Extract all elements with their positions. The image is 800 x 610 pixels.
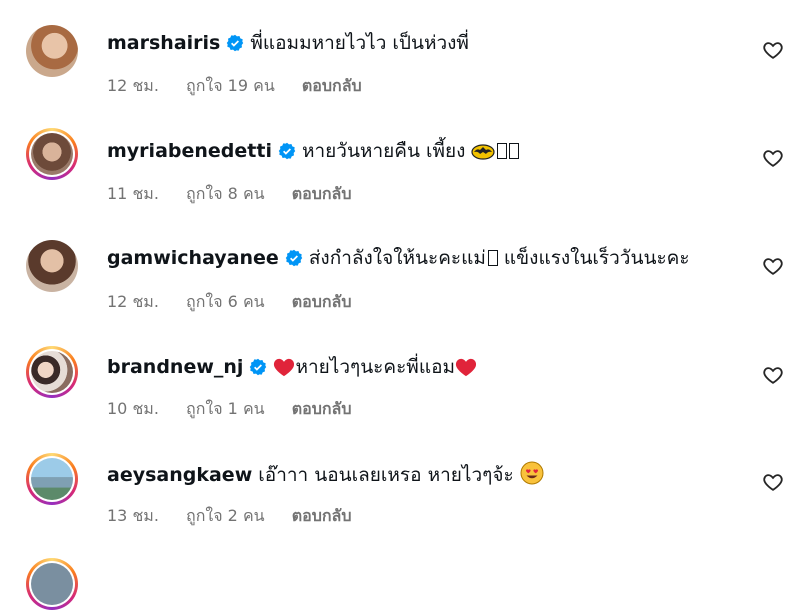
- verified-badge-icon: [250, 358, 267, 376]
- comment-username[interactable]: aeysangkaew: [107, 464, 252, 486]
- comment-text: หายไวๆนะคะพี่แอม: [295, 356, 456, 378]
- comment-text: หายวันหายคืน เพี้ยง: [301, 140, 466, 162]
- reply-button[interactable]: ตอบกลับ: [302, 76, 362, 95]
- heart-icon[interactable]: [762, 364, 784, 386]
- comment-item: gamwichayanee ส่งกำลังใจให้นะคะแม่ แข็งแร…: [0, 240, 800, 330]
- comment-time[interactable]: 11 ชม.: [107, 184, 159, 203]
- red-heart-emoji-icon: [274, 358, 295, 377]
- comment-time[interactable]: 12 ชม.: [107, 76, 159, 95]
- heart-eyes-emoji-icon: [520, 461, 544, 485]
- comment-likes[interactable]: ถูกใจ 19 คน: [186, 76, 275, 95]
- comment-item: marshairis พี่แอมมหายไวไว เป็นห่วงพี่ 12 …: [0, 22, 800, 112]
- avatar[interactable]: [26, 240, 78, 292]
- bat-emoji-icon: [471, 144, 496, 160]
- reply-button[interactable]: ตอบกลับ: [292, 399, 352, 418]
- reply-button[interactable]: ตอบกลับ: [292, 292, 352, 311]
- avatar[interactable]: [26, 453, 78, 505]
- verified-badge-icon: [278, 142, 296, 160]
- heart-icon[interactable]: [762, 147, 784, 169]
- unknown-glyph-icon: [497, 143, 508, 159]
- comment-time[interactable]: 12 ชม.: [107, 292, 159, 311]
- comment-likes[interactable]: ถูกใจ 6 คน: [186, 292, 265, 311]
- comment-item: aeysangkaew เอ๊าาา นอนเลยเหรอ หายไวๆจ้ะ …: [0, 453, 800, 543]
- avatar[interactable]: [26, 346, 78, 398]
- comment-username[interactable]: myriabenedetti: [107, 140, 272, 162]
- avatar[interactable]: [26, 25, 78, 77]
- reply-button[interactable]: ตอบกลับ: [292, 506, 352, 525]
- comment-username[interactable]: brandnew_nj: [107, 356, 243, 378]
- heart-icon[interactable]: [762, 39, 784, 61]
- red-heart-emoji-icon: [455, 358, 477, 377]
- comment-username[interactable]: gamwichayanee: [107, 247, 279, 269]
- unknown-glyph-icon: [487, 250, 498, 266]
- comment-text: พี่แอมมหายไวไว เป็นห่วงพี่: [250, 32, 469, 54]
- verified-badge-icon: [227, 34, 244, 52]
- unknown-glyph-icon: [509, 143, 520, 159]
- comment-likes[interactable]: ถูกใจ 8 คน: [186, 184, 265, 203]
- comment-time[interactable]: 13 ชม.: [107, 506, 159, 525]
- comment-text: เอ๊าาา นอนเลยเหรอ หายไวๆจ้ะ: [258, 464, 514, 486]
- verified-badge-icon: [285, 249, 303, 267]
- heart-icon[interactable]: [762, 255, 784, 277]
- comment-text-cont: แข็งแรงในเร็ววันนะคะ: [497, 247, 690, 269]
- comment-likes[interactable]: ถูกใจ 2 คน: [186, 506, 265, 525]
- comment-username[interactable]: marshairis: [107, 32, 220, 54]
- comment-item: myriabenedetti หายวันหายคืน เพี้ยง 11 ชม.…: [0, 128, 800, 218]
- comment-item: brandnew_nj หายไวๆนะคะพี่แอม 10 ชม. ถูกใจ…: [0, 346, 800, 436]
- comment-time[interactable]: 10 ชม.: [107, 399, 159, 418]
- heart-icon[interactable]: [762, 471, 784, 493]
- avatar[interactable]: [26, 558, 78, 610]
- avatar[interactable]: [26, 128, 78, 180]
- reply-button[interactable]: ตอบกลับ: [292, 184, 352, 203]
- comment-text: ส่งกำลังใจให้นะคะแม่: [308, 247, 486, 269]
- comment-likes[interactable]: ถูกใจ 1 คน: [186, 399, 265, 418]
